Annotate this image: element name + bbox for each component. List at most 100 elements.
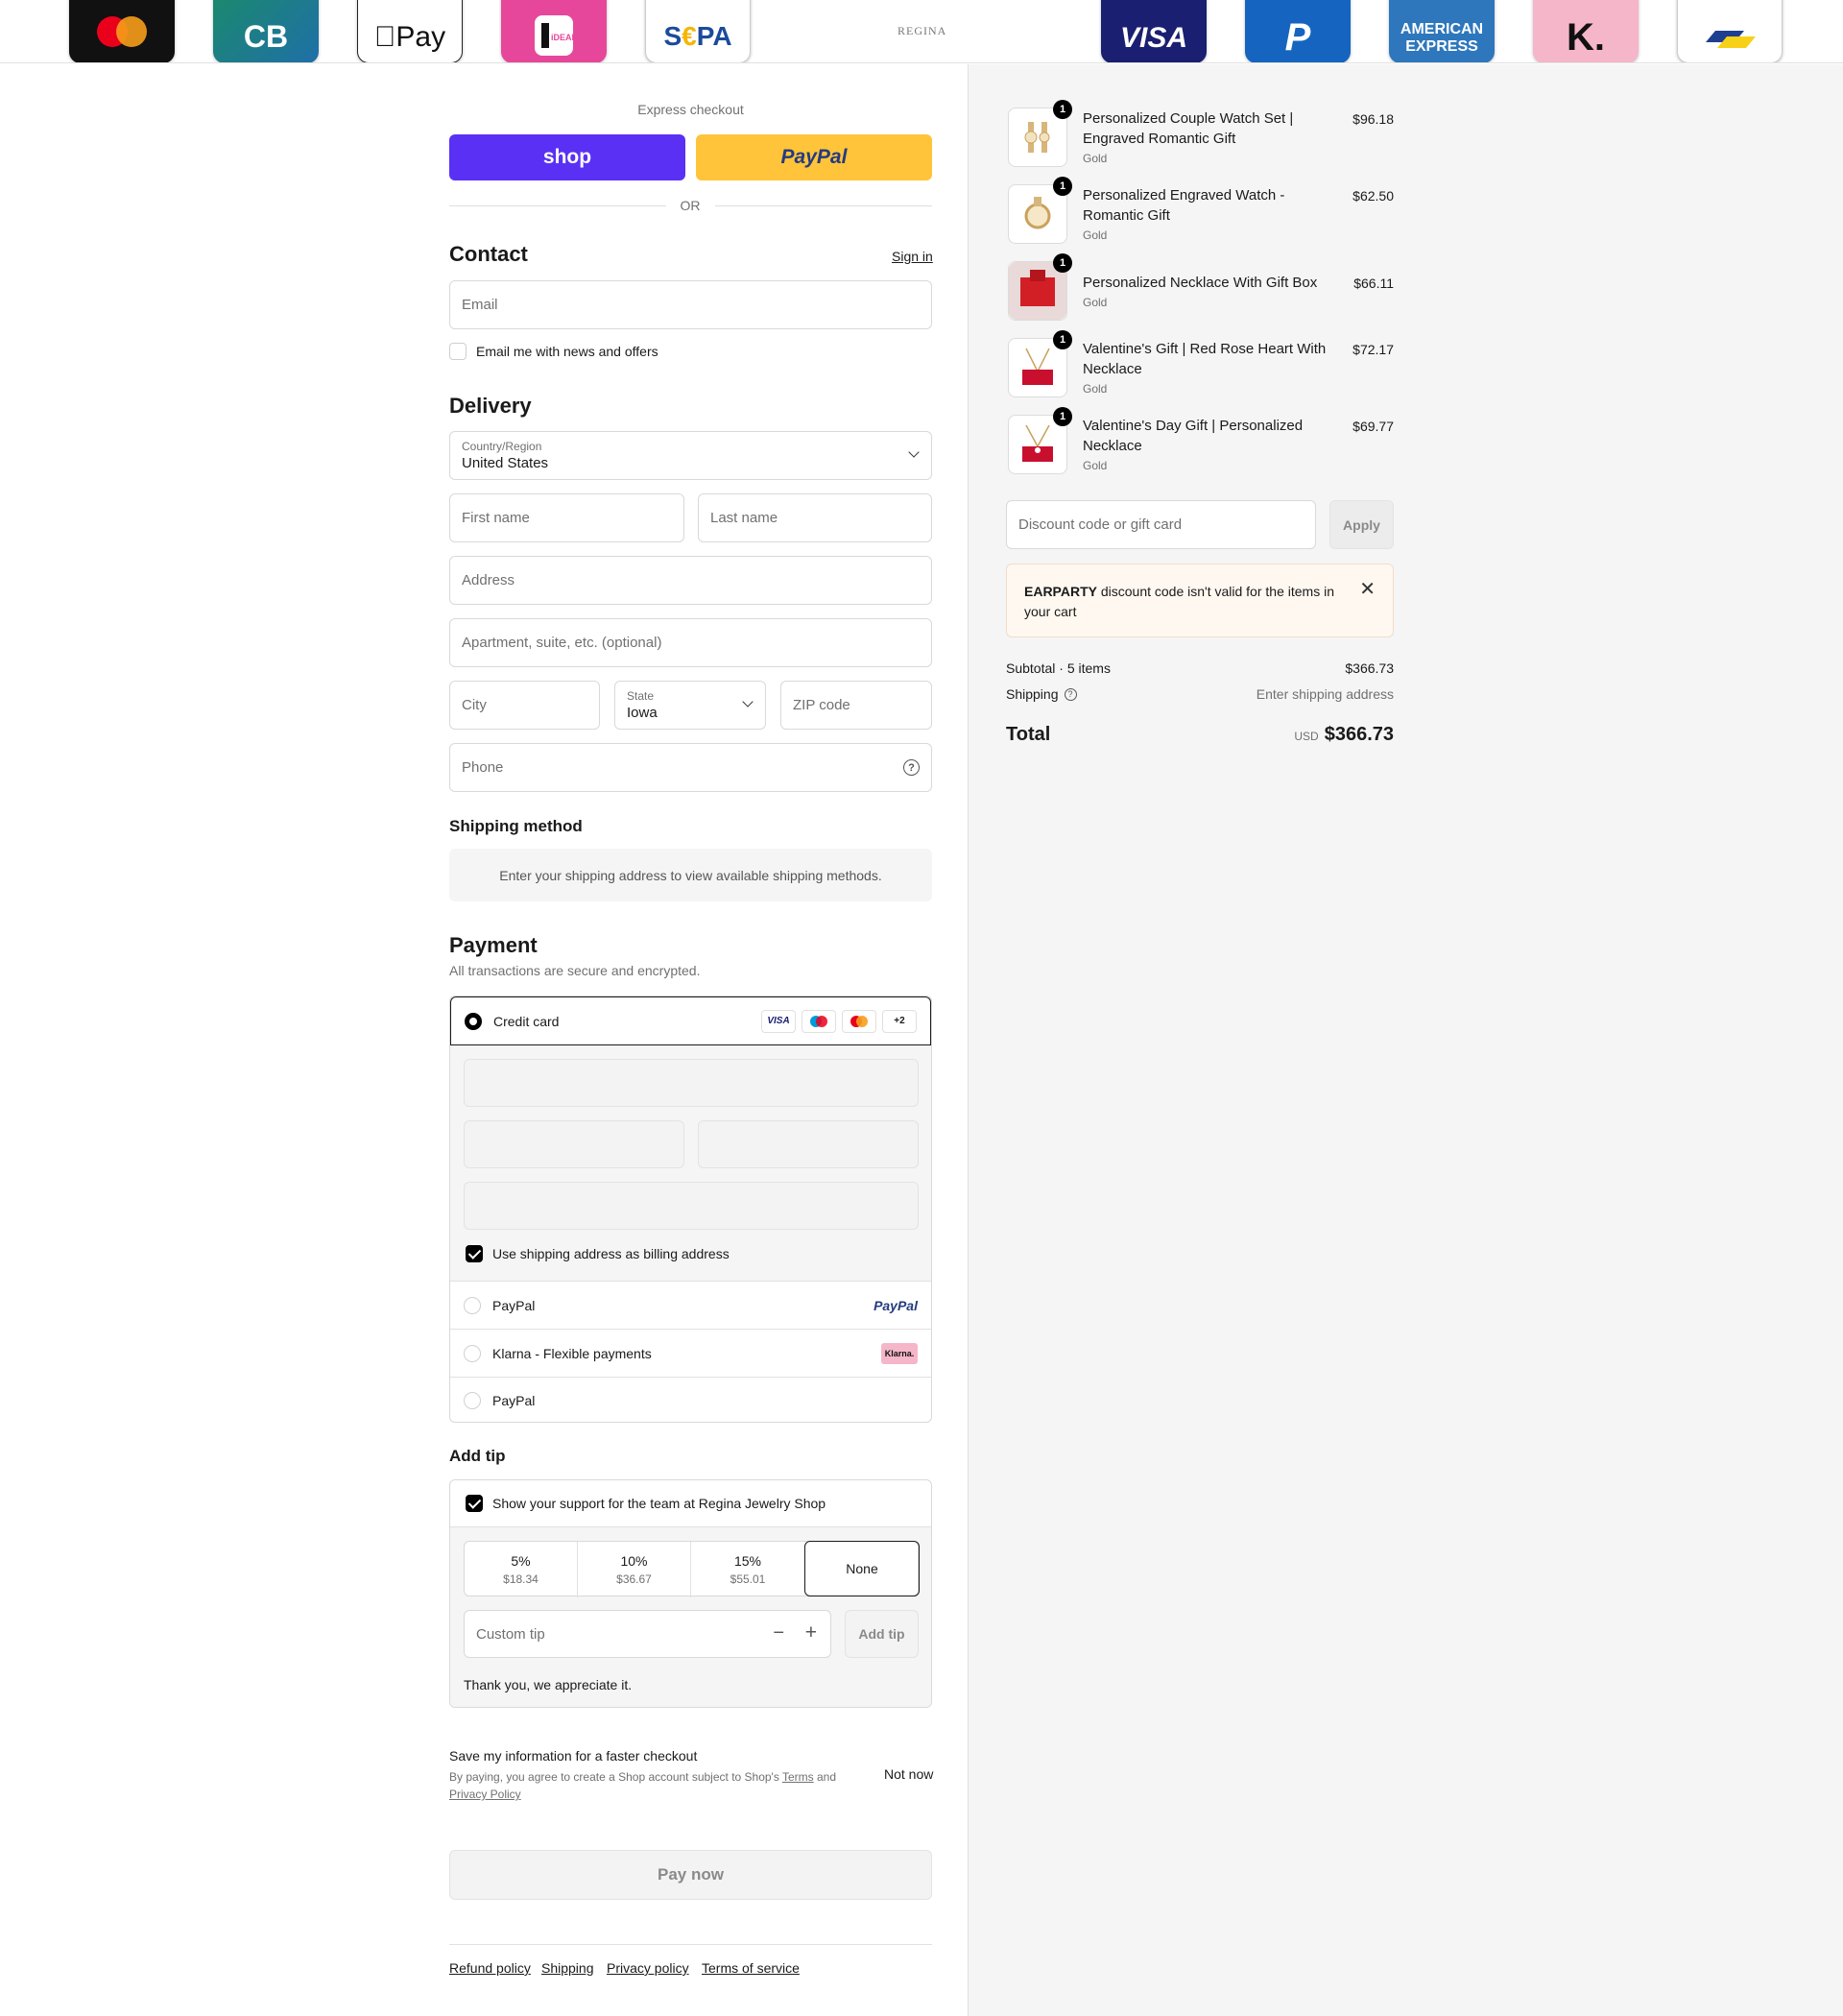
card-security-code-field[interactable] <box>698 1120 919 1168</box>
more-card-brands-badge: +2 <box>882 1009 917 1033</box>
paypal-2-radio[interactable] <box>464 1392 481 1409</box>
contact-heading: Contact <box>449 242 528 266</box>
sign-in-link[interactable]: Sign in <box>892 249 933 264</box>
quantity-badge: 1 <box>1053 407 1072 426</box>
discount-code-field[interactable]: Discount code or gift card <box>1006 500 1316 549</box>
or-divider-left <box>449 205 666 206</box>
product-variant: Gold <box>1083 296 1108 309</box>
quantity-badge: 1 <box>1053 330 1072 349</box>
visa-logo-icon: VISA <box>1101 0 1207 62</box>
shipping-method-notice-text: Enter your shipping address to view avai… <box>499 867 882 883</box>
minus-icon[interactable]: − <box>773 1622 784 1644</box>
tip-support-label: Show your support for the team at Regina… <box>492 1496 826 1511</box>
shipping-method-notice: Enter your shipping address to view avai… <box>449 849 932 901</box>
city-placeholder: City <box>462 697 487 713</box>
phone-placeholder: Phone <box>462 759 504 776</box>
last-name-field[interactable]: Last name <box>698 493 932 542</box>
visa-card-icon: VISA <box>761 1009 796 1033</box>
discount-error-banner: EARPARTY discount code isn't valid for t… <box>1006 564 1394 637</box>
tip-option-amount: $55.01 <box>730 1572 766 1586</box>
shop-pay-button[interactable]: shop <box>449 134 685 180</box>
newsletter-checkbox-row[interactable]: Email me with news and offers <box>449 343 658 360</box>
tip-option-pct: 15% <box>733 1553 762 1569</box>
terms-of-service-link[interactable]: Terms of service <box>702 1960 800 1976</box>
city-field[interactable]: City <box>449 681 600 730</box>
close-icon[interactable]: ✕ <box>1359 580 1376 600</box>
tip-option-pct: 5% <box>511 1553 531 1569</box>
pay-now-button[interactable]: Pay now <box>449 1850 932 1900</box>
paypal-radio[interactable] <box>464 1296 481 1314</box>
help-circle-icon[interactable]: ? <box>1064 687 1077 701</box>
tip-option-5[interactable]: 5% $18.34 <box>465 1542 578 1597</box>
phone-field[interactable]: Phone ? <box>449 743 932 792</box>
plus-icon[interactable]: + <box>805 1621 817 1644</box>
address-field[interactable]: Address <box>449 556 932 605</box>
subtotal-value: $366.73 <box>1345 660 1394 676</box>
card-number-field[interactable] <box>464 1059 919 1107</box>
shop-privacy-link[interactable]: Privacy Policy <box>449 1788 521 1801</box>
zip-field[interactable]: ZIP code <box>780 681 932 730</box>
tip-box: Show your support for the team at Regina… <box>449 1479 932 1708</box>
total-value-row: USD $366.73 <box>1202 724 1394 746</box>
pay-now-label: Pay now <box>658 1865 724 1884</box>
credit-card-form: Use shipping address as billing address <box>450 1045 931 1282</box>
help-circle-icon[interactable]: ? <box>903 759 920 776</box>
add-tip-button[interactable]: Add tip <box>845 1610 919 1658</box>
paypal-option-label: PayPal <box>492 1297 536 1313</box>
tip-support-row[interactable]: Show your support for the team at Regina… <box>450 1480 931 1527</box>
state-label: State <box>627 689 655 703</box>
footer-divider <box>449 1944 932 1945</box>
shipping-method-heading: Shipping method <box>449 817 583 835</box>
country-select[interactable]: Country/Region United States <box>449 431 932 480</box>
custom-tip-field[interactable]: Custom tip − + <box>464 1610 831 1658</box>
save-info-terms: By paying, you agree to create a Shop ac… <box>449 1768 843 1803</box>
chevron-down-icon <box>742 696 754 708</box>
product-variant: Gold <box>1083 459 1108 472</box>
total-label: Total <box>1006 724 1051 745</box>
product-variant: Gold <box>1083 382 1108 396</box>
tip-option-10[interactable]: 10% $36.67 <box>578 1542 691 1597</box>
email-field[interactable]: Email <box>449 280 932 329</box>
store-brand-logo: REGINA <box>898 24 947 37</box>
billing-same-checkbox[interactable] <box>466 1245 483 1262</box>
product-price: $96.18 <box>1352 111 1394 127</box>
product-name: Personalized Couple Watch Set | Engraved… <box>1083 110 1294 147</box>
add-tip-label: Add tip <box>858 1626 905 1642</box>
discount-code-placeholder: Discount code or gift card <box>1018 516 1183 533</box>
paypal-option-2[interactable]: PayPal <box>450 1378 931 1422</box>
tip-option-15[interactable]: 15% $55.01 <box>691 1542 804 1597</box>
state-select[interactable]: State Iowa <box>614 681 766 730</box>
address-placeholder: Address <box>462 572 515 588</box>
product-price: $69.77 <box>1352 419 1394 434</box>
newsletter-checkbox[interactable] <box>449 343 467 360</box>
product-variant: Gold <box>1083 152 1108 165</box>
credit-card-radio[interactable] <box>465 1012 482 1030</box>
paypal-express-button[interactable]: PayPal <box>696 134 932 180</box>
paypal-option[interactable]: PayPal PayPal <box>450 1282 931 1330</box>
apartment-field[interactable]: Apartment, suite, etc. (optional) <box>449 618 932 667</box>
payment-subtitle: All transactions are secure and encrypte… <box>449 963 701 978</box>
credit-card-option[interactable]: Credit card VISA +2 <box>450 996 931 1045</box>
shop-pay-label: shop <box>542 146 592 168</box>
shipping-link[interactable]: Shipping <box>541 1960 594 1976</box>
quantity-badge: 1 <box>1053 177 1072 196</box>
subtotal-label: Subtotal · 5 items <box>1006 660 1111 676</box>
apply-discount-button[interactable]: Apply <box>1329 500 1394 549</box>
billing-same-row[interactable]: Use shipping address as billing address <box>466 1245 730 1262</box>
first-name-field[interactable]: First name <box>449 493 684 542</box>
klarna-radio[interactable] <box>464 1344 481 1362</box>
save-info-terms-and: and <box>813 1770 836 1784</box>
ideal-logo-icon: iDEAL <box>501 0 607 62</box>
refund-policy-link[interactable]: Refund policy <box>449 1960 531 1976</box>
klarna-option-label: Klarna - Flexible payments <box>492 1345 652 1361</box>
tip-support-checkbox[interactable] <box>466 1495 483 1512</box>
klarna-option[interactable]: Klarna - Flexible payments Klarna. <box>450 1330 931 1378</box>
not-now-button[interactable]: Not now <box>884 1766 933 1782</box>
privacy-policy-link[interactable]: Privacy policy <box>607 1960 689 1976</box>
card-name-field[interactable] <box>464 1182 919 1230</box>
tip-option-none[interactable]: None <box>804 1541 920 1596</box>
card-expiry-field[interactable] <box>464 1120 684 1168</box>
newsletter-label: Email me with news and offers <box>476 344 658 359</box>
shop-terms-link[interactable]: Terms <box>782 1770 814 1784</box>
sepa-logo-icon: S€PA <box>645 0 751 62</box>
